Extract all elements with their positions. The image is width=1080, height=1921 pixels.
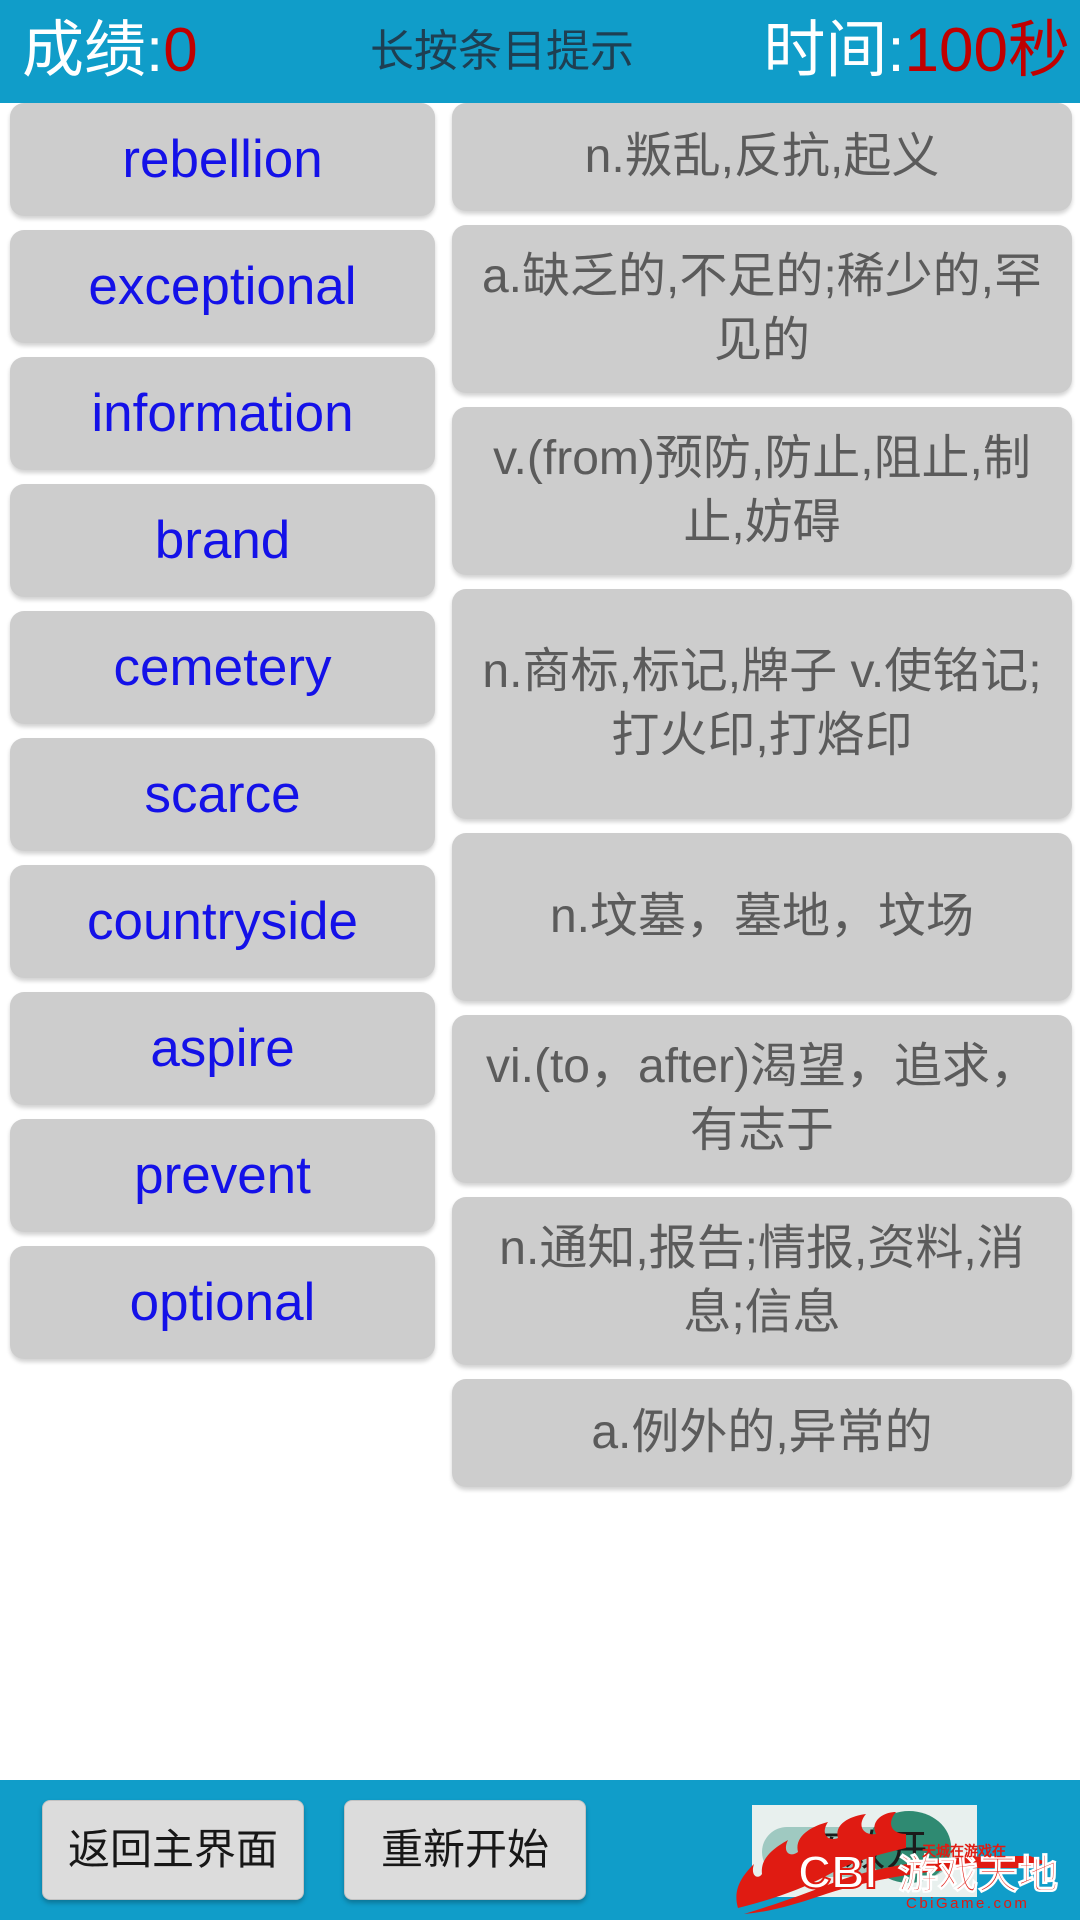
matching-game-board: rebellion exceptional information brand …: [0, 103, 1080, 1780]
definition-label: n.叛乱,反抗,起义: [584, 130, 940, 183]
definition-label: v.(from)预防,防止,阻止,制止,妨碍: [493, 432, 1031, 549]
word-column: rebellion exceptional information brand …: [10, 103, 435, 1373]
word-card[interactable]: prevent: [10, 1119, 435, 1232]
score-label: 成绩:: [22, 16, 164, 85]
word-label: prevent: [134, 1145, 311, 1205]
definition-card[interactable]: n.通知,报告;情报,资料,消息;信息: [452, 1197, 1072, 1365]
word-card[interactable]: rebellion: [10, 103, 435, 216]
restart-label: 重新开始: [380, 1826, 549, 1873]
sound-toggle-label: 音效开: [801, 1827, 928, 1874]
definition-label: n.商标,标记,牌子 v.使铭记;打火印,打烙印: [482, 645, 1042, 762]
word-card[interactable]: information: [10, 357, 435, 470]
word-label: exceptional: [88, 256, 357, 316]
game-header-bar: 成绩:0 长按条目提示 时间:100秒: [0, 0, 1080, 103]
word-label: rebellion: [122, 129, 323, 189]
word-card[interactable]: exceptional: [10, 230, 435, 343]
long-press-hint-text: 长按条目提示: [370, 27, 634, 76]
score-display: 成绩:0: [22, 8, 198, 94]
word-card[interactable]: optional: [10, 1246, 435, 1359]
sound-toggle-button[interactable]: 音效开: [752, 1805, 977, 1897]
definition-card[interactable]: a.缺乏的,不足的;稀少的,罕见的: [452, 225, 1072, 393]
definition-card[interactable]: vi.(to，after)渴望，追求，有志于: [452, 1015, 1072, 1183]
word-label: countryside: [86, 891, 359, 951]
definition-card[interactable]: v.(from)预防,防止,阻止,制止,妨碍: [452, 407, 1072, 575]
back-to-main-label: 返回主界面: [67, 1826, 278, 1873]
back-to-main-button[interactable]: 返回主界面: [42, 1800, 304, 1900]
definition-card[interactable]: n.坟墓，墓地，坟场: [452, 833, 1072, 1001]
word-label: aspire: [150, 1018, 295, 1078]
word-label: cemetery: [113, 637, 332, 697]
word-card[interactable]: cemetery: [10, 611, 435, 724]
score-value: 0: [163, 16, 198, 85]
restart-button[interactable]: 重新开始: [344, 1800, 586, 1900]
word-card[interactable]: aspire: [10, 992, 435, 1105]
definition-label: n.通知,报告;情报,资料,消息;信息: [499, 1222, 1025, 1339]
definition-label: a.例外的,异常的: [591, 1406, 933, 1459]
definition-label: a.缺乏的,不足的;稀少的,罕见的: [481, 250, 1043, 367]
definition-card[interactable]: n.叛乱,反抗,起义: [452, 103, 1072, 211]
timer-label: 时间:: [763, 16, 905, 85]
word-label: information: [91, 383, 354, 443]
game-footer-bar: 返回主界面 重新开始 音效开: [0, 1780, 1080, 1920]
definition-card[interactable]: n.商标,标记,牌子 v.使铭记;打火印,打烙印: [452, 589, 1072, 819]
word-card[interactable]: scarce: [10, 738, 435, 851]
word-label: optional: [129, 1272, 316, 1332]
word-label: brand: [154, 510, 291, 570]
word-card[interactable]: countryside: [10, 865, 435, 978]
definition-column: n.叛乱,反抗,起义 a.缺乏的,不足的;稀少的,罕见的 v.(from)预防,…: [452, 103, 1072, 1501]
timer-display: 时间:100秒: [763, 8, 1070, 94]
timer-value: 100秒: [904, 16, 1070, 85]
definition-label: vi.(to，after)渴望，追求，有志于: [485, 1040, 1039, 1157]
word-card[interactable]: brand: [10, 484, 435, 597]
definition-card[interactable]: a.例外的,异常的: [452, 1379, 1072, 1487]
word-label: scarce: [144, 764, 301, 824]
definition-label: n.坟墓，墓地，坟场: [549, 890, 975, 943]
